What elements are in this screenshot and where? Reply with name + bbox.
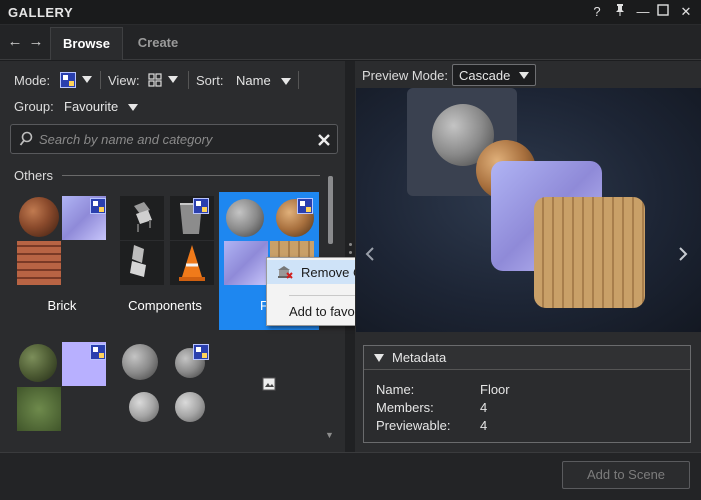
search-placeholder: Search by name and category	[39, 132, 213, 147]
metadata-title: Metadata	[392, 350, 447, 365]
grid-view-icon	[148, 72, 162, 87]
preview-wood-texture	[534, 197, 645, 308]
chair2-model-thumb	[120, 241, 164, 285]
cone-model-thumb	[170, 241, 214, 285]
chevron-right-icon[interactable]	[677, 247, 689, 261]
mode-icon	[60, 71, 76, 88]
chevron-down-icon	[128, 104, 139, 112]
close-button[interactable]: ✕	[677, 3, 695, 21]
search-input[interactable]: Search by name and category	[10, 124, 338, 154]
image-placeholder-icon	[262, 377, 276, 391]
back-button[interactable]: ←	[6, 33, 24, 51]
sort-value: Name	[236, 73, 271, 88]
group-dropdown[interactable]: Favourite	[64, 99, 139, 114]
material-badge-icon	[193, 344, 209, 360]
chevron-down-icon	[168, 76, 178, 84]
divider	[298, 71, 299, 89]
chevron-left-icon[interactable]	[364, 247, 376, 261]
material-sphere-thumb	[226, 199, 264, 237]
view-label: View:	[108, 73, 140, 88]
stone-sphere-thumb	[129, 392, 159, 422]
metadata-key: Members:	[376, 400, 434, 415]
tile-label: Components	[128, 298, 202, 313]
forward-button[interactable]: →	[27, 33, 45, 51]
preview-mode-select[interactable]: Cascade	[452, 64, 536, 86]
group-value: Favourite	[64, 99, 119, 114]
tile-label: Brick	[47, 298, 77, 313]
material-badge-icon	[193, 198, 209, 214]
close-icon	[318, 134, 330, 146]
scroll-down-icon[interactable]: ▼	[325, 430, 334, 440]
stone-sphere-thumb	[175, 392, 205, 422]
divider	[188, 71, 189, 89]
minimize-button[interactable]: —	[634, 3, 652, 21]
chair-icon	[130, 245, 146, 277]
chevron-down-icon	[519, 72, 529, 79]
metadata-value: 4	[480, 418, 488, 433]
mode-dropdown[interactable]	[60, 71, 92, 88]
gallery-tile-grass[interactable]	[12, 338, 112, 434]
add-to-scene-button[interactable]: Add to Scene	[562, 461, 690, 489]
metadata-value: Floor	[480, 382, 510, 397]
group-label: Group:	[14, 99, 54, 114]
grass-sphere-thumb	[19, 344, 57, 382]
window-title: GALLERY	[8, 5, 74, 20]
chevron-down-icon	[82, 76, 92, 84]
chevron-down-icon	[280, 78, 291, 86]
metadata-header[interactable]: Metadata	[364, 346, 690, 370]
tab-bar: ← → Browse Create	[0, 25, 701, 60]
view-dropdown[interactable]	[148, 71, 178, 87]
mode-label: Mode:	[14, 73, 51, 88]
brick-texture-thumb	[17, 241, 61, 285]
divider	[100, 71, 101, 89]
maximize-button[interactable]	[654, 3, 672, 21]
chair-icon	[134, 202, 152, 232]
gallery-tile-brick[interactable]: Brick	[12, 192, 112, 330]
material-badge-icon	[297, 198, 313, 214]
tab-create[interactable]: Create	[124, 27, 192, 60]
grass-texture-thumb	[17, 387, 61, 431]
pin-icon	[616, 4, 624, 16]
metadata-value: 4	[480, 400, 488, 415]
scrollbar-thumb[interactable]	[328, 176, 333, 244]
sort-dropdown[interactable]: Name	[236, 73, 291, 88]
material-sphere-thumb	[122, 344, 158, 380]
metadata-panel: Metadata Name: Floor Members: 4 Previewa…	[363, 345, 691, 443]
section-divider	[62, 175, 320, 176]
chair-model-thumb	[120, 196, 164, 240]
preview-mode-value: Cascade	[459, 68, 511, 83]
metadata-key: Previewable:	[376, 418, 451, 433]
material-badge-icon	[90, 344, 106, 360]
tab-browse[interactable]: Browse	[50, 27, 123, 60]
preview-viewport	[356, 88, 701, 332]
gallery-tile-stone[interactable]	[115, 338, 215, 434]
help-button[interactable]: ?	[588, 3, 606, 21]
remove-category-icon	[278, 266, 293, 279]
traffic-cone-icon	[179, 245, 205, 281]
clear-search-button[interactable]	[318, 128, 332, 151]
title-bar: GALLERY ? — ✕	[0, 0, 701, 25]
gallery-tile-components[interactable]: Components	[115, 192, 215, 330]
pin-button[interactable]	[611, 3, 629, 21]
section-header-others: Others	[14, 168, 54, 183]
maximize-icon	[657, 4, 669, 16]
material-badge-icon	[90, 198, 106, 214]
collapse-triangle-icon	[374, 354, 384, 362]
material-sphere-thumb	[19, 197, 59, 237]
sort-label: Sort:	[196, 73, 224, 88]
search-icon	[19, 131, 33, 146]
preview-mode-label: Preview Mode:	[362, 68, 448, 83]
normal-map-thumb	[224, 241, 268, 285]
metadata-key: Name:	[376, 382, 415, 397]
